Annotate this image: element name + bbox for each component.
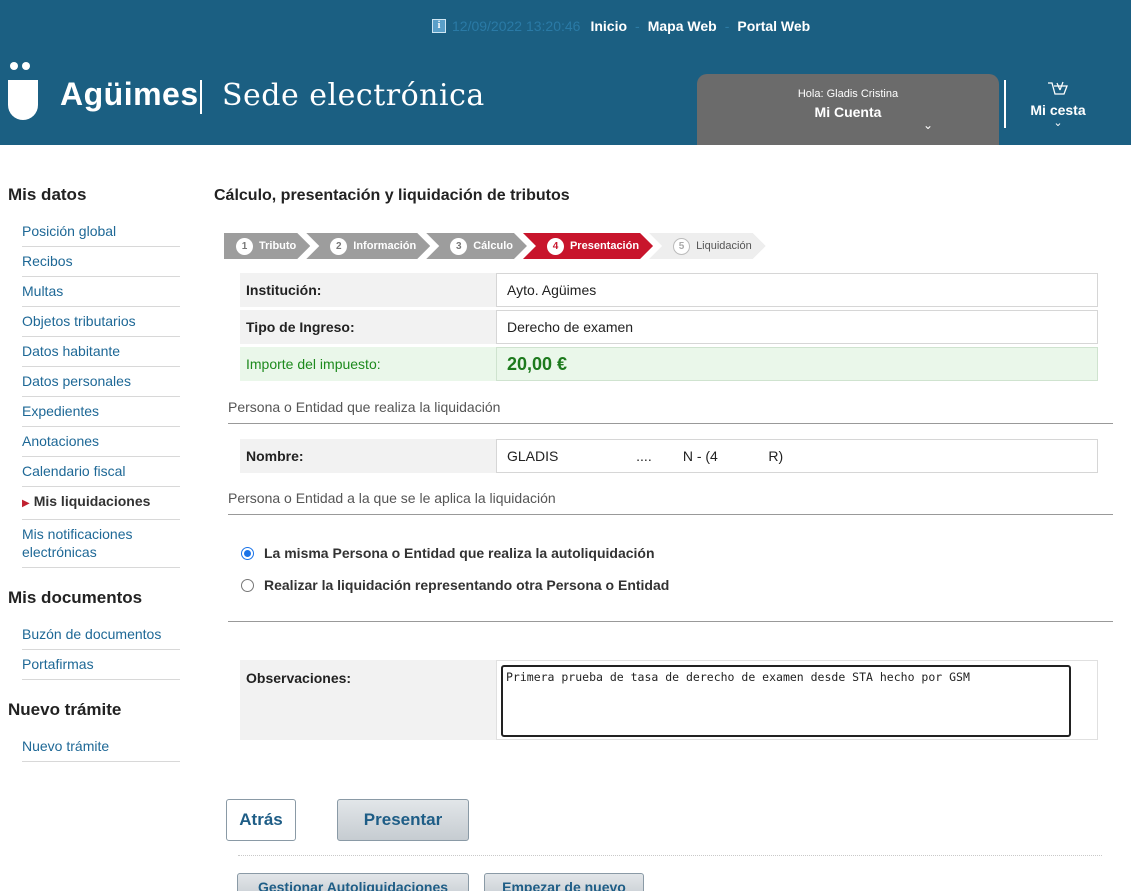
sidebar-item-multas[interactable]: Multas [22, 277, 180, 307]
sidebar: Mis datos Posición global Recibos Multas… [0, 185, 190, 762]
info-icon[interactable]: i [432, 19, 446, 33]
radio-misma-persona[interactable]: La misma Persona o Entidad que realiza l… [241, 545, 655, 561]
step-number: 4 [547, 238, 564, 255]
sidebar-item-nuevo-tramite[interactable]: Nuevo trámite [22, 732, 180, 762]
sidebar-list-nuevo-tramite: Nuevo trámite [22, 732, 180, 762]
row-observaciones: Observaciones: [240, 660, 1098, 740]
atras-button[interactable]: Atrás [226, 799, 296, 841]
sidebar-item-anotaciones[interactable]: Anotaciones [22, 427, 180, 457]
account-menu[interactable]: Hola: Gladis Cristina Mi Cuenta ⌄ [697, 74, 999, 145]
sidebar-item-portafirmas[interactable]: Portafirmas [22, 650, 180, 680]
step-label: Presentación [569, 240, 640, 252]
tipo-ingreso-label: Tipo de Ingreso: [240, 310, 496, 344]
radio-otra-persona[interactable]: Realizar la liquidación representando ot… [241, 577, 669, 593]
radio-button-checked[interactable] [241, 546, 254, 560]
cart-button[interactable]: Mi cesta ⌄ [1024, 80, 1092, 129]
radio-button[interactable] [241, 578, 254, 592]
sidebar-item-calendario-fiscal[interactable]: Calendario fiscal [22, 457, 180, 487]
row-nombre: Nombre: GLADIS .... N - (4 R) [240, 439, 1098, 473]
brand-name[interactable]: Agüimes [60, 76, 199, 113]
step-tributo[interactable]: 1 Tributo [224, 233, 310, 259]
gestionar-autoliquidaciones-button[interactable]: Gestionar Autoliquidaciones [237, 873, 469, 891]
header-divider [1004, 80, 1006, 128]
divider [228, 621, 1113, 622]
sidebar-item-datos-personales[interactable]: Datos personales [22, 367, 180, 397]
sidebar-list-mis-documentos: Buzón de documentos Portafirmas [22, 620, 180, 680]
step-calculo[interactable]: 3 Cálculo [426, 233, 527, 259]
sidebar-item-datos-habitante[interactable]: Datos habitante [22, 337, 180, 367]
divider [238, 855, 1102, 856]
section-title-realiza: Persona o Entidad que realiza la liquida… [228, 399, 1113, 424]
radio-label[interactable]: Realizar la liquidación representando ot… [264, 577, 669, 593]
importe-value: 20,00 € [496, 347, 1098, 381]
main-content: Cálculo, presentación y liquidación de t… [214, 187, 1114, 740]
nombre-value: GLADIS .... N - (4 R) [496, 439, 1098, 473]
nav-link-portal-web[interactable]: Portal Web [737, 18, 810, 34]
page-title: Cálculo, presentación y liquidación de t… [214, 187, 570, 204]
basket-icon [1024, 80, 1092, 102]
institucion-label: Institución: [240, 273, 496, 307]
step-number: 2 [330, 238, 347, 255]
presentar-button[interactable]: Presentar [337, 799, 469, 841]
step-number: 3 [450, 238, 467, 255]
cart-label: Mi cesta [1030, 102, 1086, 118]
row-importe: Importe del impuesto: 20,00 € [240, 347, 1098, 381]
row-tipo-ingreso: Tipo de Ingreso: Derecho de examen [240, 310, 1098, 344]
observaciones-label: Observaciones: [240, 660, 496, 740]
step-liquidacion: 5 Liquidación [649, 233, 766, 259]
sidebar-heading-nuevo-tramite: Nuevo trámite [8, 700, 122, 719]
sidebar-item-recibos[interactable]: Recibos [22, 247, 180, 277]
nav-link-inicio[interactable]: Inicio [590, 18, 627, 34]
observaciones-textarea[interactable] [501, 665, 1071, 737]
logo-icon[interactable] [8, 62, 38, 120]
importe-label: Importe del impuesto: [240, 347, 496, 381]
site-header: i 12/09/2022 13:20:46 Inicio - Mapa Web … [0, 0, 1131, 145]
empezar-de-nuevo-button[interactable]: Empezar de nuevo [484, 873, 644, 891]
caret-right-icon: ▶ [22, 498, 30, 509]
sidebar-heading-mis-documentos: Mis documentos [8, 588, 143, 607]
sidebar-item-mis-notificaciones[interactable]: Mis notificaciones electrónicas [22, 520, 180, 568]
wizard-steps: 1 Tributo 2 Información 3 Cálculo 4 Pres… [224, 233, 762, 259]
step-label: Liquidación [696, 240, 752, 252]
session-date: 12/09/2022 13:20:46 [452, 18, 581, 34]
nombre-label: Nombre: [240, 439, 496, 473]
radio-label[interactable]: La misma Persona o Entidad que realiza l… [264, 545, 655, 561]
brand-subtitle: Sede electrónica [222, 78, 485, 113]
sidebar-item-mis-liquidaciones[interactable]: ▶ Mis liquidaciones [22, 487, 180, 520]
institucion-value: Ayto. Agüimes [496, 273, 1098, 307]
sidebar-list-mis-datos: Posición global Recibos Multas Objetos t… [22, 217, 180, 568]
step-informacion[interactable]: 2 Información [306, 233, 430, 259]
chevron-down-icon[interactable]: ⌄ [1024, 118, 1092, 129]
step-label: Tributo [259, 240, 297, 252]
nav-link-mapa-web[interactable]: Mapa Web [648, 18, 717, 34]
tipo-ingreso-value: Derecho de examen [496, 310, 1098, 344]
step-label: Cálculo [473, 240, 513, 252]
section-title-aplica: Persona o Entidad a la que se le aplica … [228, 490, 1113, 515]
sidebar-item-objetos-tributarios[interactable]: Objetos tributarios [22, 307, 180, 337]
step-label: Información [353, 240, 417, 252]
sidebar-heading-mis-datos: Mis datos [8, 185, 87, 204]
sidebar-item-label: Mis liquidaciones [33, 493, 151, 509]
chevron-down-icon[interactable]: ⌄ [923, 118, 933, 132]
row-institucion: Institución: Ayto. Agüimes [240, 273, 1098, 307]
step-number: 5 [673, 238, 690, 255]
brand-divider [200, 80, 202, 114]
greeting-text: Hola: Gladis Cristina [797, 88, 899, 100]
sidebar-item-posicion-global[interactable]: Posición global [22, 217, 180, 247]
account-label[interactable]: Mi Cuenta [697, 104, 999, 120]
sidebar-item-expedientes[interactable]: Expedientes [22, 397, 180, 427]
step-presentacion: 4 Presentación [523, 233, 653, 259]
sidebar-item-buzon-documentos[interactable]: Buzón de documentos [22, 620, 180, 650]
top-nav-bar: i 12/09/2022 13:20:46 Inicio - Mapa Web … [432, 18, 810, 34]
step-number: 1 [236, 238, 253, 255]
